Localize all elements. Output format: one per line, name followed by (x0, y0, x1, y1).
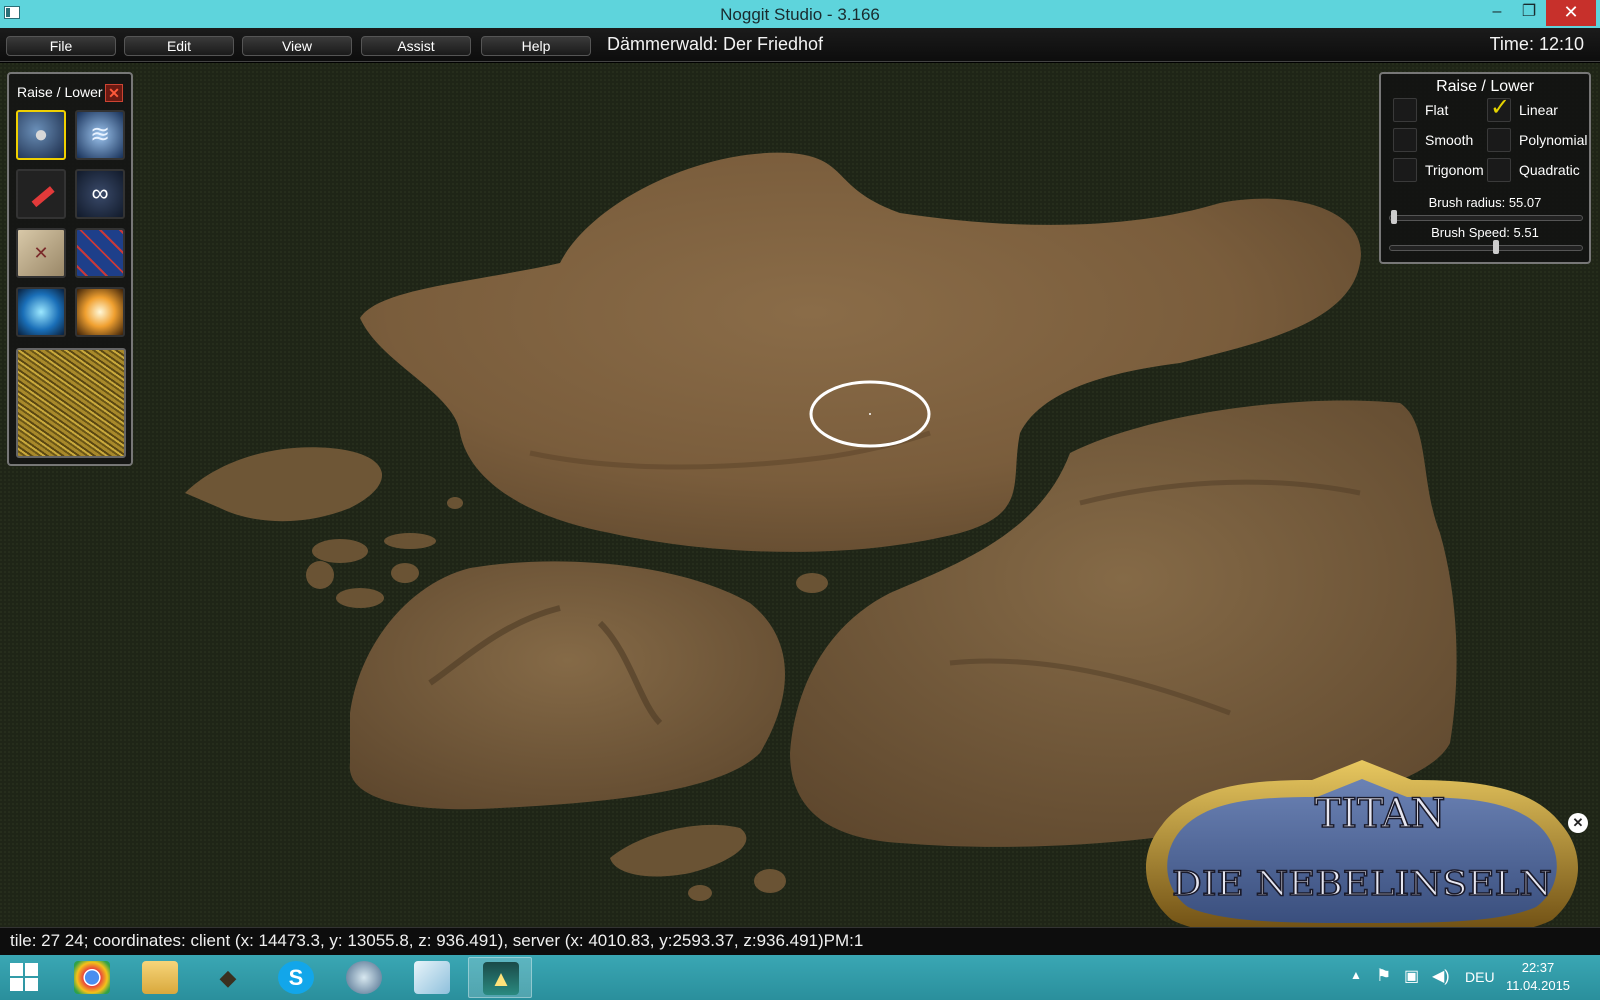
status-bar: tile: 27 24; coordinates: client (x: 144… (0, 927, 1600, 955)
brush-radius-label: Brush radius: 55.07 (1428, 195, 1542, 210)
brush-settings-panel: Raise / Lower Flat ✓ Linear Smooth Polyn… (1379, 72, 1591, 264)
volume-icon[interactable]: ◀) (1432, 966, 1450, 986)
islet (306, 561, 334, 589)
noggit-icon: ▲ (483, 962, 519, 995)
brush-speed-handle[interactable] (1492, 240, 1499, 254)
rock-raise-lower-icon[interactable]: ● (16, 110, 66, 160)
checkbox-quadratic[interactable] (1487, 158, 1511, 182)
noggit-window: Noggit Studio - 3.166 – ❐ ✕ File Edit Vi… (0, 0, 1600, 1000)
tool-palette: Raise / Lower ✕ ● ≋ ▬ ∞ ✕ (7, 72, 133, 466)
taskbar-notepad[interactable] (400, 957, 464, 998)
clock-time: 22:37 (1521, 960, 1555, 975)
option-quadratic-label: Quadratic (1519, 162, 1580, 178)
close-icon[interactable]: ✕ (105, 84, 123, 102)
chrome-icon (74, 961, 110, 994)
file-explorer-icon (142, 961, 178, 994)
taskbar-gimp[interactable]: ◆ (196, 957, 260, 998)
brush-speed-label: Brush Speed: 5.51 (1431, 225, 1539, 240)
taskbar-skype[interactable]: S (264, 957, 328, 998)
checkbox-linear[interactable]: ✓ (1487, 94, 1511, 122)
taskbar-chrome[interactable] (60, 957, 124, 998)
option-linear-label: Linear (1519, 102, 1558, 118)
system-clock[interactable]: 22:37 11.04.2015 (1503, 959, 1573, 995)
islet (391, 563, 419, 583)
network-icon[interactable]: ▣ (1404, 966, 1419, 986)
checkbox-trigonom[interactable] (1393, 158, 1417, 182)
checkbox-polynomial[interactable] (1487, 128, 1511, 152)
water-orb-icon[interactable] (16, 287, 66, 337)
maximize-button[interactable]: ❐ (1512, 0, 1546, 26)
option-trigonom-label: Trigonom (1425, 162, 1484, 178)
option-smooth[interactable]: Smooth (1393, 128, 1483, 152)
light-flare-icon[interactable] (75, 287, 125, 337)
windows-start-icon[interactable] (10, 963, 40, 993)
map-chunk-icon[interactable]: ✕ (16, 228, 66, 278)
islet (447, 497, 463, 509)
tool-palette-title: Raise / Lower (17, 84, 103, 100)
menu-bar: File Edit View Assist Help Dämmerwald: D… (0, 28, 1600, 62)
menu-file[interactable]: File (6, 36, 116, 56)
grass-texture-swatch[interactable] (16, 348, 126, 458)
brush-panel-title: Raise / Lower (1436, 78, 1534, 95)
language-indicator[interactable]: DEU (1465, 969, 1495, 985)
islet (312, 539, 368, 563)
action-center-flag-icon[interactable]: ⚑ (1376, 966, 1391, 986)
brush-speed-slider[interactable] (1389, 240, 1583, 254)
islet (336, 588, 384, 608)
gimp-icon: ◆ (219, 965, 237, 990)
checkbox-smooth[interactable] (1393, 128, 1417, 152)
menu-help[interactable]: Help (481, 36, 591, 56)
windows-taskbar: ◆ S ▲ ▲ ⚑ ▣ ◀) DEU 22:37 11.04.2015 (0, 955, 1600, 1000)
logo-nebelinseln-text: DIE NEBELINSELN (1172, 864, 1552, 904)
brush-radius-handle[interactable] (1390, 210, 1397, 224)
titan-nebelinseln-logo: TITAN DIE NEBELINSELN (1145, 760, 1579, 940)
option-flat-label: Flat (1425, 102, 1449, 118)
option-smooth-label: Smooth (1425, 132, 1474, 148)
notepad-icon (414, 961, 450, 994)
checkbox-flat[interactable] (1393, 98, 1417, 122)
checkmark-icon: ✓ (1490, 94, 1511, 121)
show-hidden-icons-icon[interactable]: ▲ (1350, 968, 1362, 982)
flatten-blur-icon[interactable]: ≋ (75, 110, 125, 160)
game-time: Time: 12:10 (1489, 34, 1584, 54)
skype-icon: S (278, 961, 314, 994)
islet (384, 533, 436, 549)
menu-edit[interactable]: Edit (124, 36, 234, 56)
area-id-grid-icon[interactable] (75, 228, 125, 278)
minimize-button[interactable]: – (1480, 0, 1514, 26)
islet (688, 885, 712, 901)
taskbar-noggit[interactable]: ▲ (468, 957, 532, 998)
islet (796, 573, 828, 593)
menu-view[interactable]: View (242, 36, 352, 56)
option-linear[interactable]: ✓ Linear (1487, 94, 1587, 122)
option-quadratic[interactable]: Quadratic (1487, 158, 1587, 182)
islet (754, 869, 786, 893)
menu-assist[interactable]: Assist (361, 36, 471, 56)
option-trigonom[interactable]: Trigonom (1393, 158, 1484, 182)
close-window-button[interactable]: ✕ (1546, 0, 1596, 26)
taskbar-file-explorer[interactable] (128, 957, 192, 998)
window-title: Noggit Studio - 3.166 (720, 5, 880, 24)
steam-icon (346, 961, 382, 994)
logo-titan-text: TITAN (1315, 791, 1446, 837)
taskbar-steam[interactable] (332, 957, 396, 998)
option-polynomial[interactable]: Polynomial (1487, 128, 1587, 152)
brush-radius-slider[interactable] (1389, 210, 1583, 224)
holes-rings-icon[interactable]: ∞ (75, 169, 125, 219)
option-flat[interactable]: Flat (1393, 98, 1483, 122)
logo-close-icon[interactable]: ✕ (1568, 813, 1588, 833)
option-polynomial-label: Polynomial (1519, 132, 1588, 148)
island-southwest (349, 561, 785, 810)
title-bar: Noggit Studio - 3.166 – ❐ ✕ (0, 0, 1600, 28)
paint-brush-icon[interactable]: ▬ (16, 169, 66, 219)
map-title: Dämmerwald: Der Friedhof (607, 34, 824, 54)
clock-date: 11.04.2015 (1505, 978, 1571, 993)
